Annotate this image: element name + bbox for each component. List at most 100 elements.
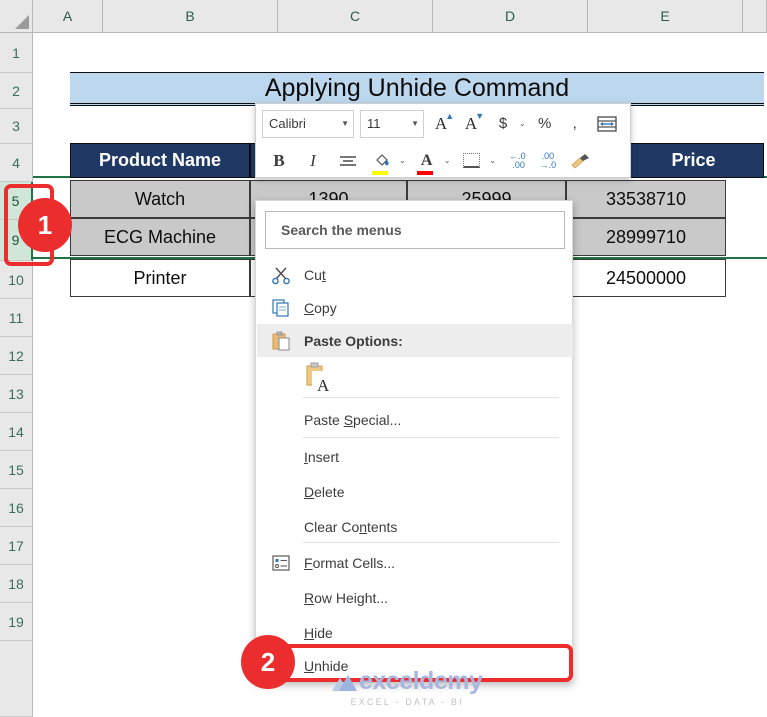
fill-color-chevron-icon[interactable]: ⌄ bbox=[399, 156, 406, 165]
menu-item-label: Insert bbox=[304, 448, 340, 465]
row-header-13[interactable]: 13 bbox=[0, 375, 33, 413]
cell-context-menu[interactable]: Search the menus Cut Copy Paste Options:… bbox=[255, 200, 573, 682]
paint-bucket-icon bbox=[376, 153, 389, 166]
menu-item-copy[interactable]: Copy bbox=[257, 291, 573, 324]
menu-item-cut[interactable]: Cut bbox=[257, 258, 573, 291]
font-name-combo[interactable]: Calibri ▼ bbox=[262, 109, 354, 138]
increase-decimal-button[interactable]: .00 →.0 bbox=[537, 146, 560, 176]
borders-button[interactable] bbox=[460, 146, 483, 176]
column-header-c[interactable]: C bbox=[278, 0, 433, 33]
row-header-4[interactable]: 4 bbox=[0, 144, 33, 182]
chevron-down-icon: ▼ bbox=[341, 119, 349, 128]
decrease-decimal-icon: ←.0 .00 bbox=[509, 150, 526, 170]
percent-icon: % bbox=[538, 115, 552, 132]
format-painter-button[interactable] bbox=[567, 146, 595, 176]
font-name-value: Calibri bbox=[269, 116, 306, 131]
watermark-tagline: EXCEL - DATA - BI bbox=[350, 697, 464, 707]
column-header-price: Price bbox=[623, 143, 764, 178]
paintbrush-icon bbox=[571, 153, 590, 169]
column-header-row: ABCDE bbox=[33, 0, 767, 33]
row-header-column: 1 2 3 4 5 9 10 11 12 13 14 15 16 17 18 19 bbox=[0, 33, 33, 717]
cell-e9-price[interactable]: 28999710 bbox=[566, 218, 726, 256]
merge-center-icon bbox=[597, 115, 617, 132]
row-header-2[interactable]: 2 bbox=[0, 73, 33, 109]
increase-decimal-icon: .00 →.0 bbox=[539, 150, 557, 170]
row-header-10[interactable]: 10 bbox=[0, 261, 33, 299]
row-header-12[interactable]: 12 bbox=[0, 337, 33, 375]
row-header-filler bbox=[0, 641, 33, 717]
menu-separator bbox=[303, 437, 559, 438]
sheet-title-banner: Applying Unhide Command bbox=[70, 72, 764, 106]
menu-separator bbox=[303, 397, 559, 398]
format-cells-icon bbox=[257, 553, 304, 573]
merge-and-center-button[interactable] bbox=[594, 109, 620, 139]
cell-b10-product[interactable]: Printer bbox=[70, 259, 250, 297]
grow-font-icon: A ▲ bbox=[434, 110, 455, 133]
borders-chevron-icon[interactable]: ⌄ bbox=[489, 156, 496, 165]
percent-style-button[interactable]: % bbox=[534, 109, 556, 139]
cell-e5-price[interactable]: 33538710 bbox=[566, 180, 726, 218]
menu-item-format-cells[interactable]: Format Cells... bbox=[257, 546, 573, 579]
comma-style-button[interactable]: , bbox=[564, 109, 586, 139]
mini-toolbar-row-1: Calibri ▼ 11 ▼ A ▲ A ▼ $ ⌄ % , bbox=[256, 105, 632, 142]
menu-item-label: Row Height... bbox=[304, 589, 389, 606]
row-header-15[interactable]: 15 bbox=[0, 451, 33, 489]
row-header-19[interactable]: 19 bbox=[0, 603, 33, 641]
row-header-1[interactable]: 1 bbox=[0, 33, 33, 73]
excel-worksheet-screenshot: ABCDE 1 2 3 4 5 9 10 11 12 13 14 15 16 17 18 19 Applyin… bbox=[0, 0, 767, 717]
menu-item-row-height[interactable]: Row Height... bbox=[257, 581, 573, 614]
accounting-format-button[interactable]: $ bbox=[492, 109, 514, 139]
cell-b5-product[interactable]: Watch bbox=[70, 180, 250, 218]
font-size-combo[interactable]: 11 ▼ bbox=[360, 109, 424, 138]
paste-icon bbox=[257, 331, 304, 351]
font-color-chevron-icon[interactable]: ⌄ bbox=[444, 156, 451, 165]
callout-badge-1: 1 bbox=[18, 198, 72, 252]
font-color-button[interactable]: A bbox=[416, 146, 438, 176]
column-header-b[interactable]: B bbox=[103, 0, 278, 33]
row-header-11[interactable]: 11 bbox=[0, 299, 33, 337]
keep-text-only-icon[interactable]: A bbox=[303, 361, 337, 395]
column-header-product-name: Product Name bbox=[70, 143, 250, 178]
watermark-logo-row: exceldemy bbox=[332, 667, 483, 696]
italic-button[interactable]: I bbox=[302, 146, 324, 176]
search-the-menus-input[interactable]: Search the menus bbox=[265, 211, 565, 249]
menu-item-label: Cut bbox=[304, 266, 326, 283]
row-header-16[interactable]: 16 bbox=[0, 489, 33, 527]
paste-option-buttons[interactable]: A bbox=[303, 358, 563, 398]
row-header-14[interactable]: 14 bbox=[0, 413, 33, 451]
increase-font-size-button[interactable]: A ▲ bbox=[430, 109, 455, 139]
decrease-decimal-button[interactable]: ←.0 .00 bbox=[506, 146, 529, 176]
menu-item-paste-options[interactable]: Paste Options: bbox=[257, 324, 573, 357]
menu-item-label: Paste Options: bbox=[304, 332, 403, 349]
row-header-17[interactable]: 17 bbox=[0, 527, 33, 565]
cell-b9-product[interactable]: ECG Machine bbox=[70, 218, 250, 256]
center-align-button[interactable] bbox=[336, 146, 360, 176]
font-color-swatch bbox=[416, 170, 433, 175]
menu-item-delete[interactable]: Delete bbox=[257, 475, 573, 508]
svg-text:A: A bbox=[317, 376, 330, 395]
mini-toolbar[interactable]: Calibri ▼ 11 ▼ A ▲ A ▼ $ ⌄ % , B I ⌄ A ⌄… bbox=[255, 103, 631, 178]
bold-button[interactable]: B bbox=[268, 146, 290, 176]
menu-separator bbox=[303, 542, 559, 543]
menu-item-label: Format Cells... bbox=[304, 554, 396, 571]
column-header-d[interactable]: D bbox=[433, 0, 588, 33]
comma-icon: , bbox=[572, 115, 577, 132]
fill-color-swatch bbox=[372, 170, 388, 175]
menu-item-paste-special[interactable]: Paste Special... bbox=[257, 403, 573, 436]
fill-color-button[interactable] bbox=[370, 146, 395, 176]
row-header-18[interactable]: 18 bbox=[0, 565, 33, 603]
menu-item-clear-contents[interactable]: Clear Contents bbox=[257, 510, 573, 543]
menu-item-label: Copy bbox=[304, 299, 337, 316]
select-all-corner[interactable] bbox=[0, 0, 33, 33]
cell-e10-price[interactable]: 24500000 bbox=[566, 259, 726, 297]
font-size-value: 11 bbox=[367, 116, 381, 131]
row-header-3[interactable]: 3 bbox=[0, 109, 33, 144]
column-header-f[interactable] bbox=[743, 0, 767, 33]
column-header-a[interactable]: A bbox=[33, 0, 103, 33]
align-center-icon bbox=[340, 155, 356, 166]
scissors-icon bbox=[257, 265, 304, 285]
column-header-e[interactable]: E bbox=[588, 0, 743, 33]
decrease-font-size-button[interactable]: A ▼ bbox=[460, 109, 484, 139]
menu-item-insert[interactable]: Insert bbox=[257, 440, 573, 473]
accounting-dropdown-chevron-icon[interactable]: ⌄ bbox=[519, 119, 526, 128]
